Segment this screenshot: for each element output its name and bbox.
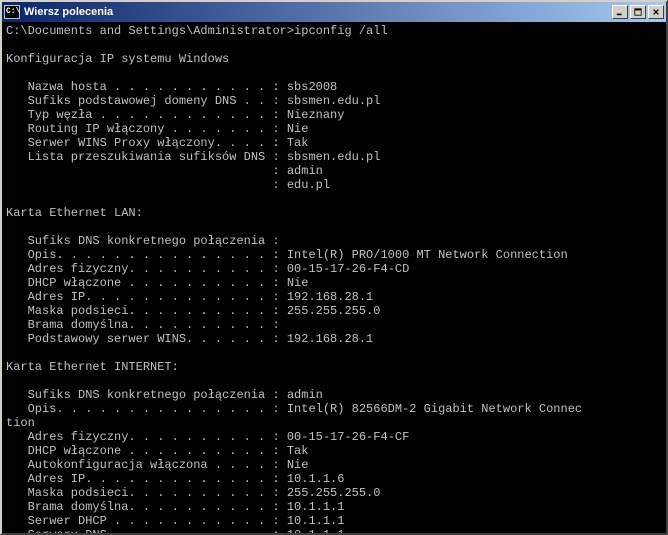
- maximize-button[interactable]: [630, 5, 646, 19]
- titlebar[interactable]: C:\ Wiersz polecenia: [2, 2, 666, 22]
- close-button[interactable]: [648, 5, 664, 19]
- console-output[interactable]: C:\Documents and Settings\Administrator>…: [2, 22, 666, 533]
- cmd-icon: C:\: [4, 5, 20, 19]
- window-title: Wiersz polecenia: [24, 6, 612, 18]
- command-prompt-window: C:\ Wiersz polecenia C:\Documents and Se…: [0, 0, 668, 535]
- minimize-button[interactable]: [612, 5, 628, 19]
